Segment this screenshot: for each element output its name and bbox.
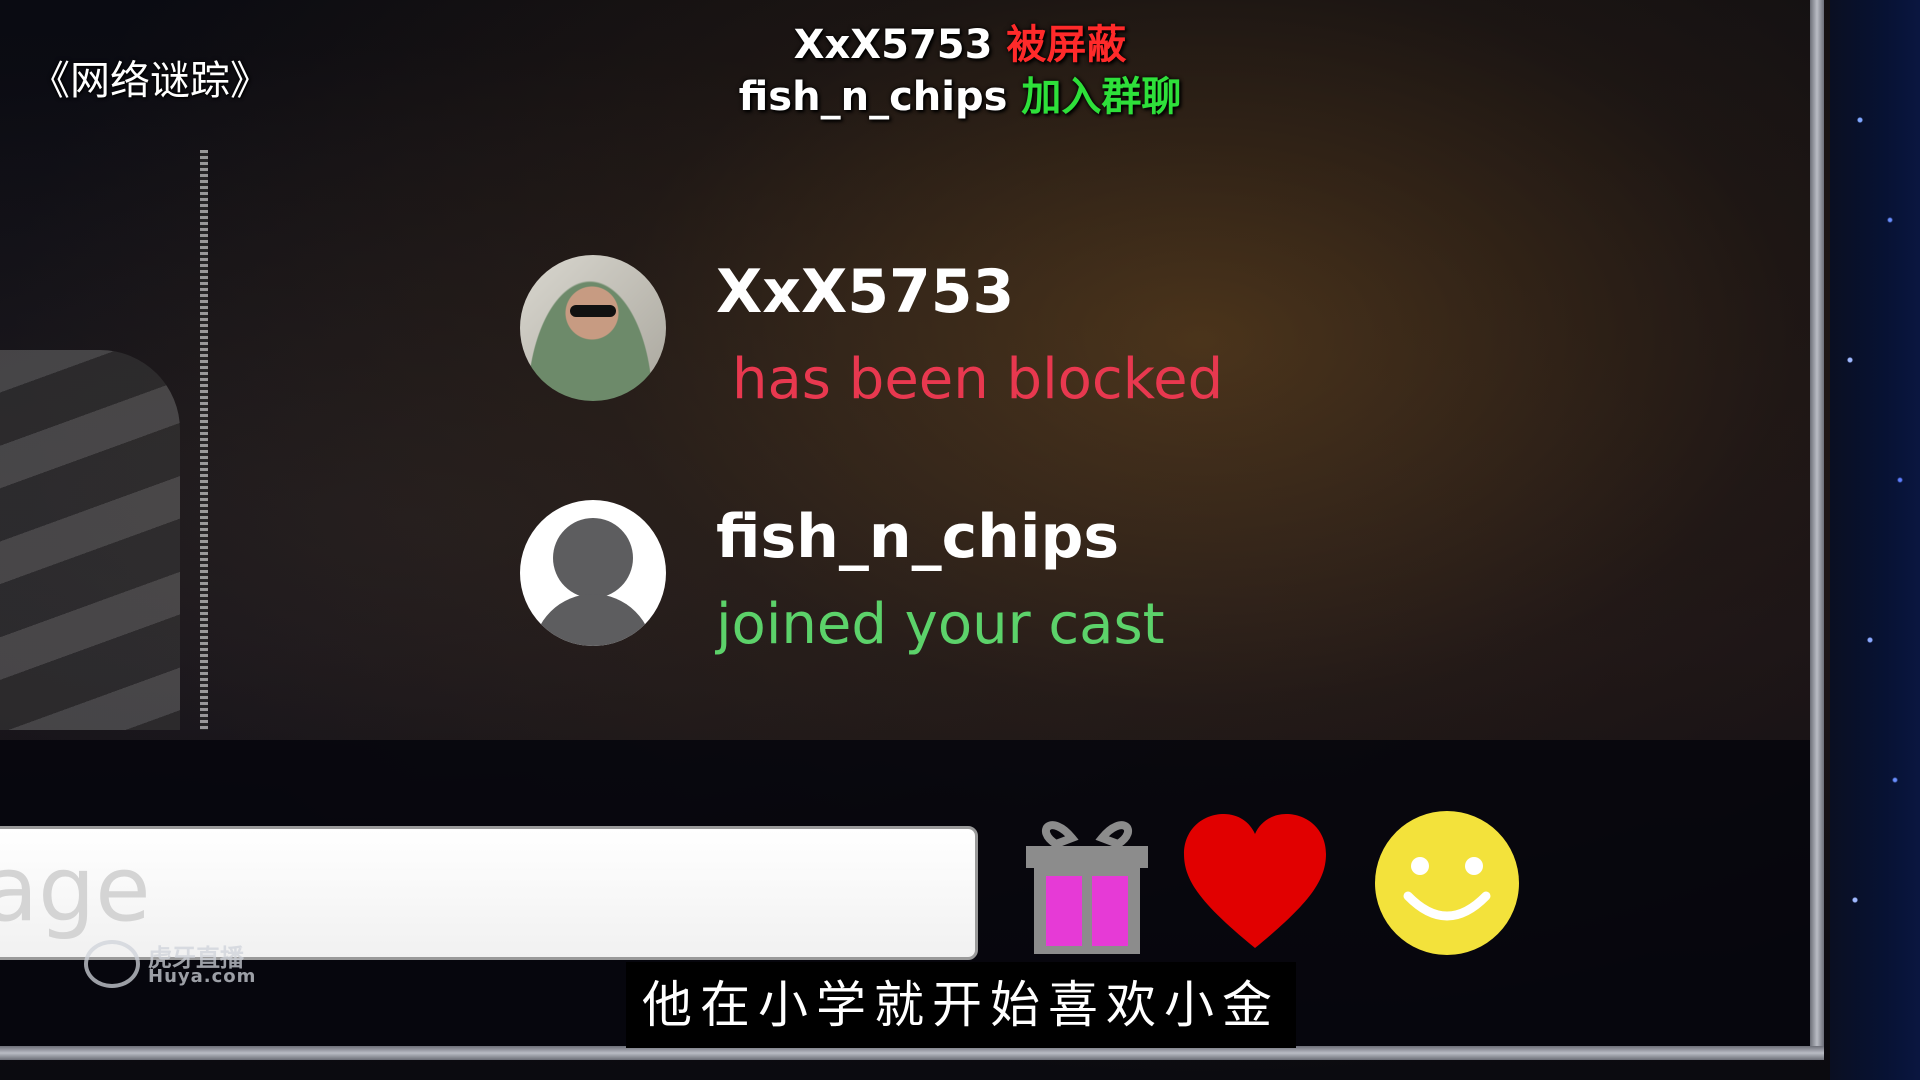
notice-status: 加入群聊 — [1021, 74, 1182, 120]
heart-icon — [1184, 814, 1326, 948]
avatar-head — [553, 518, 633, 598]
starfield-edge — [1830, 0, 1920, 1080]
event-username[interactable]: XxX5753 — [716, 257, 1014, 327]
notice-username: fish_n_chips — [738, 74, 1008, 120]
event-username[interactable]: fish_n_chips — [716, 502, 1119, 572]
event-action: joined your cast — [716, 592, 1165, 657]
monitor-frame-bottom — [0, 1046, 1824, 1060]
background-zipper — [200, 150, 208, 730]
notice-username: XxX5753 — [793, 22, 993, 68]
translation-notice-2: fish_n_chips 加入群聊 — [0, 64, 1920, 122]
event-action: has been blocked — [732, 347, 1224, 412]
user-photo-avatar[interactable] — [520, 255, 666, 401]
watermark-domain: Huya.com — [148, 966, 257, 987]
message-placeholder: age — [0, 837, 151, 942]
default-avatar-icon[interactable] — [520, 500, 666, 646]
gift-icon — [1026, 821, 1148, 954]
smiley-icon — [1375, 811, 1519, 955]
gift-button[interactable] — [1012, 808, 1162, 958]
smiley-button[interactable] — [1372, 808, 1522, 958]
notice-status: 被屏蔽 — [1006, 22, 1127, 68]
video-frame: 《网络谜踪》 XxX5753 被屏蔽 fish_n_chips 加入群聊 XxX… — [0, 0, 1920, 1080]
sunglasses-detail — [570, 305, 616, 317]
message-input[interactable]: age — [0, 826, 978, 960]
avatar-body — [533, 594, 653, 646]
subtitle-caption: 他在小学就开始喜欢小金 — [626, 962, 1296, 1048]
monitor-frame-right — [1810, 0, 1824, 1060]
translation-notice-1: XxX5753 被屏蔽 — [0, 12, 1920, 70]
heart-button[interactable] — [1180, 808, 1330, 958]
background-shirt — [0, 350, 180, 730]
huya-logo-icon — [84, 940, 140, 988]
